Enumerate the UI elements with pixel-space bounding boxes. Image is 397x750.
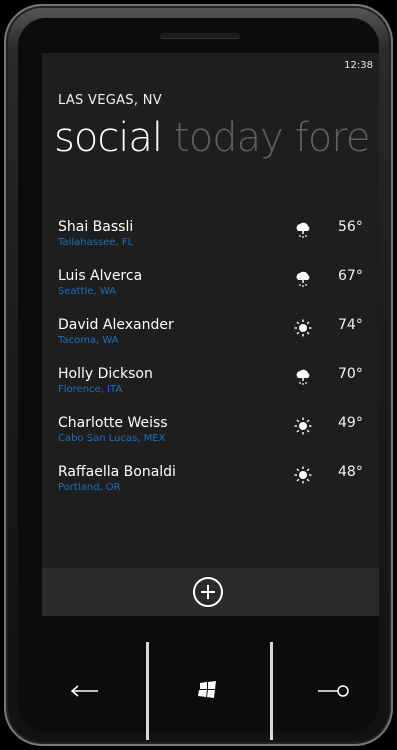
location-title: LAS VEGAS, NV xyxy=(58,93,162,108)
people-list: Shai Bassli Tallahassee, FL 56° Luis Alv… xyxy=(42,219,379,513)
button-divider xyxy=(146,642,149,740)
temperature: 74° xyxy=(338,317,363,333)
rain-cloud-icon xyxy=(296,222,310,238)
sun-icon xyxy=(294,466,312,484)
rain-cloud-icon xyxy=(296,369,310,385)
list-item[interactable]: David Alexander Tacoma, WA 74° xyxy=(42,317,379,366)
add-icon[interactable] xyxy=(193,577,223,607)
temperature: 48° xyxy=(338,464,363,480)
list-item[interactable]: Raffaella Bonaldi Portland, OR 48° xyxy=(42,464,379,513)
start-button[interactable] xyxy=(152,640,262,740)
screen: 12:38 LAS VEGAS, NV social today fore Shai… xyxy=(42,53,379,616)
pivot-item-forecast[interactable]: fore xyxy=(295,115,371,161)
sun-icon xyxy=(294,319,312,337)
person-location: Tacoma, WA xyxy=(58,335,119,346)
button-divider xyxy=(270,642,273,740)
pivot-header: social today fore xyxy=(54,115,379,161)
list-item[interactable]: Luis Alverca Seattle, WA 67° xyxy=(42,268,379,317)
person-name: Shai Bassli xyxy=(58,219,134,235)
pivot-item-today[interactable]: today xyxy=(174,115,284,161)
person-location: Cabo San Lucas, MEX xyxy=(58,433,166,444)
pivot-item-social[interactable]: social xyxy=(54,115,163,161)
back-button[interactable] xyxy=(30,640,140,740)
sun-icon xyxy=(294,417,312,435)
person-name: Luis Alverca xyxy=(58,268,143,284)
back-icon xyxy=(70,685,98,697)
person-location: Seattle, WA xyxy=(58,286,116,297)
person-location: Tallahassee, FL xyxy=(58,237,134,248)
person-name: Charlotte Weiss xyxy=(58,415,168,431)
windows-logo-icon xyxy=(198,681,216,698)
list-item[interactable]: Shai Bassli Tallahassee, FL 56° xyxy=(42,219,379,268)
list-item[interactable]: Charlotte Weiss Cabo San Lucas, MEX 49° xyxy=(42,415,379,464)
list-item[interactable]: Holly Dickson Florence, ITA 70° xyxy=(42,366,379,415)
app-bar xyxy=(42,568,379,616)
person-location: Portland, OR xyxy=(58,482,121,493)
temperature: 56° xyxy=(338,219,363,235)
rain-cloud-icon xyxy=(296,271,310,287)
search-button[interactable] xyxy=(276,640,386,740)
status-clock: 12:38 xyxy=(344,60,373,71)
person-name: Raffaella Bonaldi xyxy=(58,464,176,480)
temperature: 70° xyxy=(338,366,363,382)
search-icon xyxy=(318,685,349,697)
earpiece-speaker xyxy=(160,33,240,38)
person-name: Holly Dickson xyxy=(58,366,153,382)
temperature: 67° xyxy=(338,268,363,284)
person-name: David Alexander xyxy=(58,317,174,333)
temperature: 49° xyxy=(338,415,363,431)
person-location: Florence, ITA xyxy=(58,384,123,395)
